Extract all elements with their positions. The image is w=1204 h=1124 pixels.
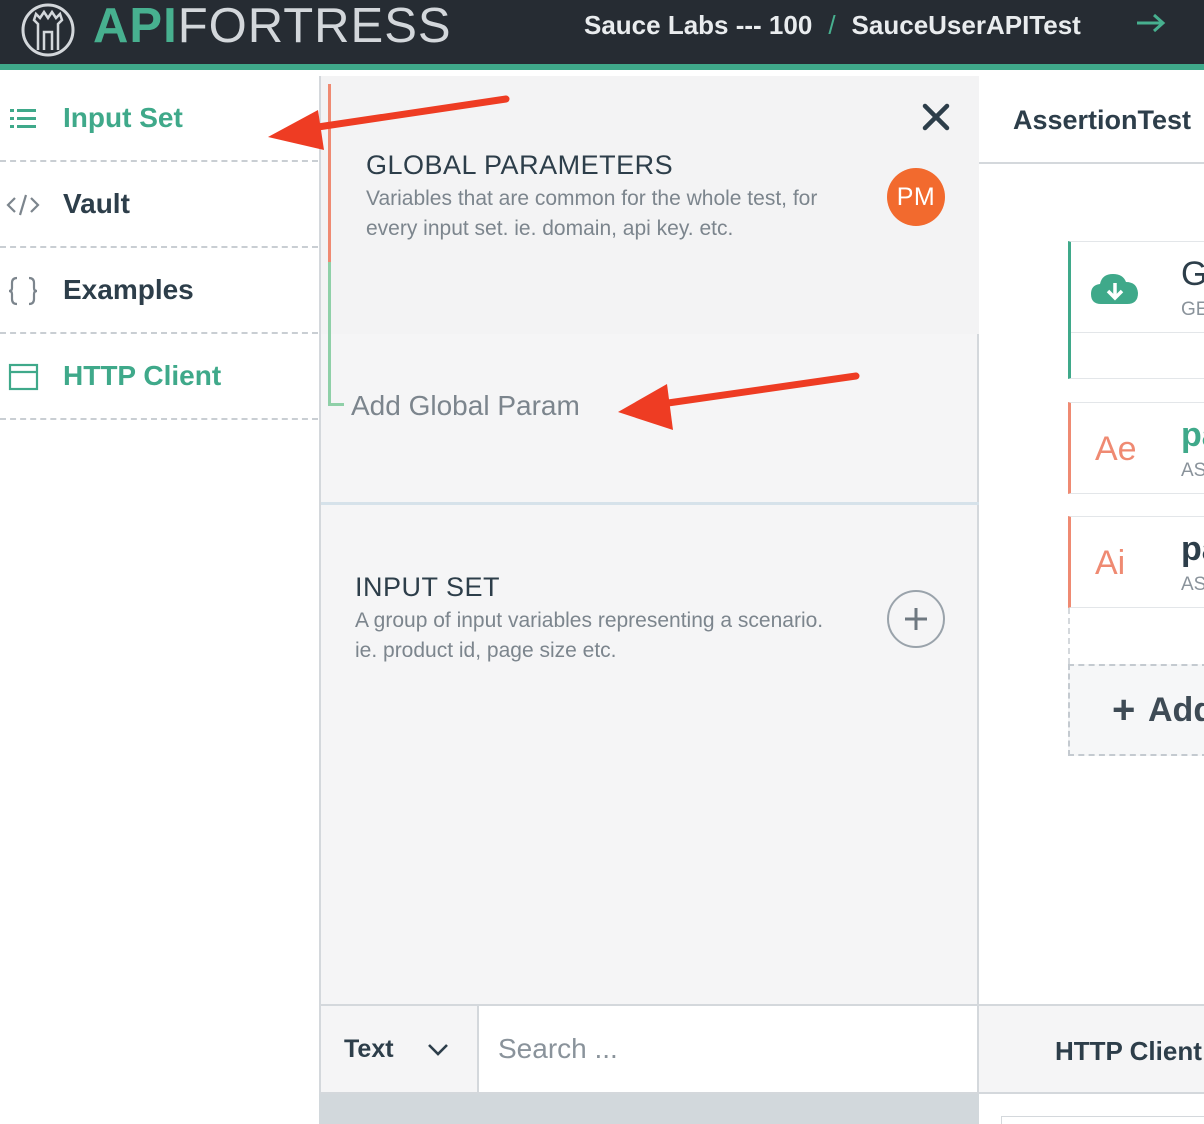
- search-type-select[interactable]: Text: [321, 1006, 479, 1092]
- browser-window-icon: [8, 363, 39, 391]
- list-icon: [10, 109, 36, 128]
- tree-line-bottom: [328, 262, 331, 406]
- sidebar-item-label: HTTP Client: [63, 360, 222, 391]
- close-icon[interactable]: [919, 100, 953, 134]
- fortress-logo-icon[interactable]: [18, 2, 78, 58]
- brand-wordmark[interactable]: APIFORTRESS: [93, 0, 452, 56]
- sidebar-item-http-client[interactable]: HTTP Client: [0, 334, 318, 420]
- http-client-tab[interactable]: HTTP Client: [979, 1004, 1204, 1094]
- assert-is-glyph: Ai: [1095, 544, 1126, 582]
- input-set-title: INPUT SET: [355, 572, 501, 602]
- card-title: G: [1181, 254, 1204, 294]
- search-type-value: Text: [344, 1035, 394, 1063]
- add-component-label: Add: [1148, 691, 1204, 729]
- tab-assertion-test[interactable]: AssertionTest: [979, 76, 1204, 164]
- card-divider: [1071, 332, 1204, 333]
- sidebar-item-label: Vault: [63, 188, 130, 219]
- add-input-set-button[interactable]: [887, 590, 945, 648]
- app-window: APIFORTRESS Sauce Labs --- 100 / SauceUser…: [0, 0, 1204, 1124]
- cloud-download-icon: [1091, 274, 1138, 304]
- http-client-label: HTTP Client: [1055, 1036, 1202, 1066]
- braces-icon: [8, 276, 38, 306]
- code-icon: [6, 194, 40, 216]
- get-component-card[interactable]: G GE: [1068, 241, 1204, 379]
- assert-exists-card[interactable]: Ae pa AS: [1068, 402, 1204, 494]
- editor-panel: AssertionTest G GE Ae pa AS Ai pa AS + A…: [979, 76, 1204, 1124]
- card-subtitle: AS: [1181, 460, 1204, 481]
- arrow-right-icon[interactable]: [1134, 8, 1170, 38]
- card-title: pa: [1181, 416, 1204, 454]
- card-subtitle: AS: [1181, 574, 1204, 595]
- add-global-param-link[interactable]: Add Global Param: [351, 388, 580, 424]
- tab-label: AssertionTest: [1013, 105, 1192, 135]
- bottom-strip: [319, 1094, 979, 1124]
- sidebar: Input Set Vault Examples HTTP Client: [0, 76, 318, 1124]
- assert-exists-glyph: Ae: [1095, 430, 1137, 468]
- add-component-button[interactable]: + Add: [1068, 664, 1204, 756]
- input-set-panel: GLOBAL PARAMETERS Variables that are com…: [319, 76, 979, 1004]
- card-title: pa: [1181, 530, 1204, 568]
- brand-fortress: FORTRESS: [177, 0, 452, 53]
- breadcrumb-test[interactable]: SauceUserAPITest: [852, 10, 1081, 40]
- global-parameters-description: Variables that are common for the whole …: [366, 187, 818, 240]
- breadcrumb: Sauce Labs --- 100 / SauceUserAPITest: [584, 8, 1081, 42]
- breadcrumb-separator: /: [828, 10, 836, 40]
- search-bar: Text: [319, 1004, 979, 1094]
- section-divider: [321, 502, 979, 505]
- sidebar-item-label: Examples: [63, 274, 194, 305]
- add-plus-glyph: +: [1112, 688, 1136, 732]
- global-parameters-title: GLOBAL PARAMETERS: [366, 150, 674, 180]
- input-set-description: A group of input variables representing …: [355, 609, 824, 662]
- tree-line-foot: [328, 403, 344, 406]
- chevron-down-icon: [428, 1044, 448, 1056]
- sidebar-item-input-set[interactable]: Input Set: [0, 76, 318, 162]
- brand-api: API: [93, 0, 178, 53]
- plus-icon: [905, 608, 927, 630]
- http-client-body: [1001, 1116, 1204, 1124]
- sidebar-item-examples[interactable]: Examples: [0, 248, 318, 334]
- assert-is-card[interactable]: Ai pa AS: [1068, 516, 1204, 608]
- sidebar-item-label: Input Set: [63, 102, 183, 133]
- tree-line-top: [328, 84, 331, 262]
- card-subtitle: GE: [1181, 299, 1204, 320]
- breadcrumb-company[interactable]: Sauce Labs --- 100: [584, 10, 812, 40]
- top-bar: APIFORTRESS Sauce Labs --- 100 / SauceUser…: [0, 0, 1204, 70]
- postman-import-badge[interactable]: PM: [887, 168, 945, 226]
- sidebar-item-vault[interactable]: Vault: [0, 162, 318, 248]
- tree-dash-line: [1068, 608, 1070, 664]
- search-input[interactable]: [481, 1006, 977, 1092]
